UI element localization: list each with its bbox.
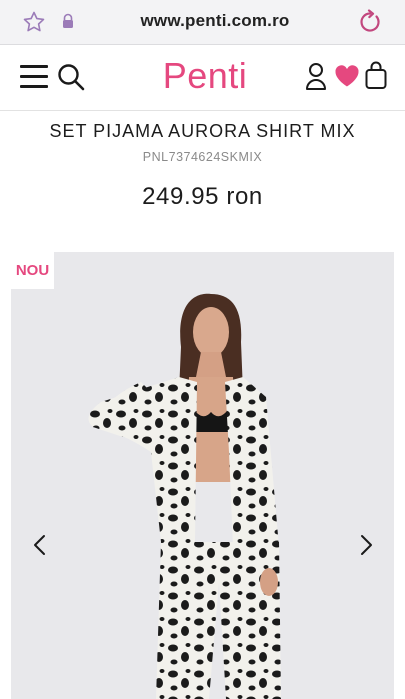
lock-icon: [63, 13, 73, 28]
model-illustration: [11, 252, 394, 699]
product-price: 249.95 ron: [142, 183, 263, 210]
bag-icon[interactable]: [365, 60, 387, 90]
heart-icon[interactable]: [334, 64, 360, 88]
site-header: Penti: [0, 45, 405, 111]
browser-address-bar: www.penti.com.ro: [0, 0, 405, 45]
reload-icon[interactable]: [357, 9, 383, 35]
menu-icon[interactable]: [20, 65, 48, 89]
new-badge: NOU: [11, 252, 54, 289]
url-text[interactable]: www.penti.com.ro: [100, 11, 330, 31]
star-icon[interactable]: [22, 10, 46, 34]
search-icon[interactable]: [57, 63, 85, 91]
product-title: SET PIJAMA AURORA SHIRT MIX: [49, 121, 356, 141]
product-image[interactable]: [11, 252, 394, 699]
user-icon[interactable]: [305, 61, 327, 91]
chevron-right-icon[interactable]: [352, 532, 380, 558]
product-sku: PNL7374624SKMIX: [142, 150, 263, 164]
site-logo[interactable]: Penti: [150, 55, 260, 97]
chevron-left-icon[interactable]: [26, 532, 54, 558]
